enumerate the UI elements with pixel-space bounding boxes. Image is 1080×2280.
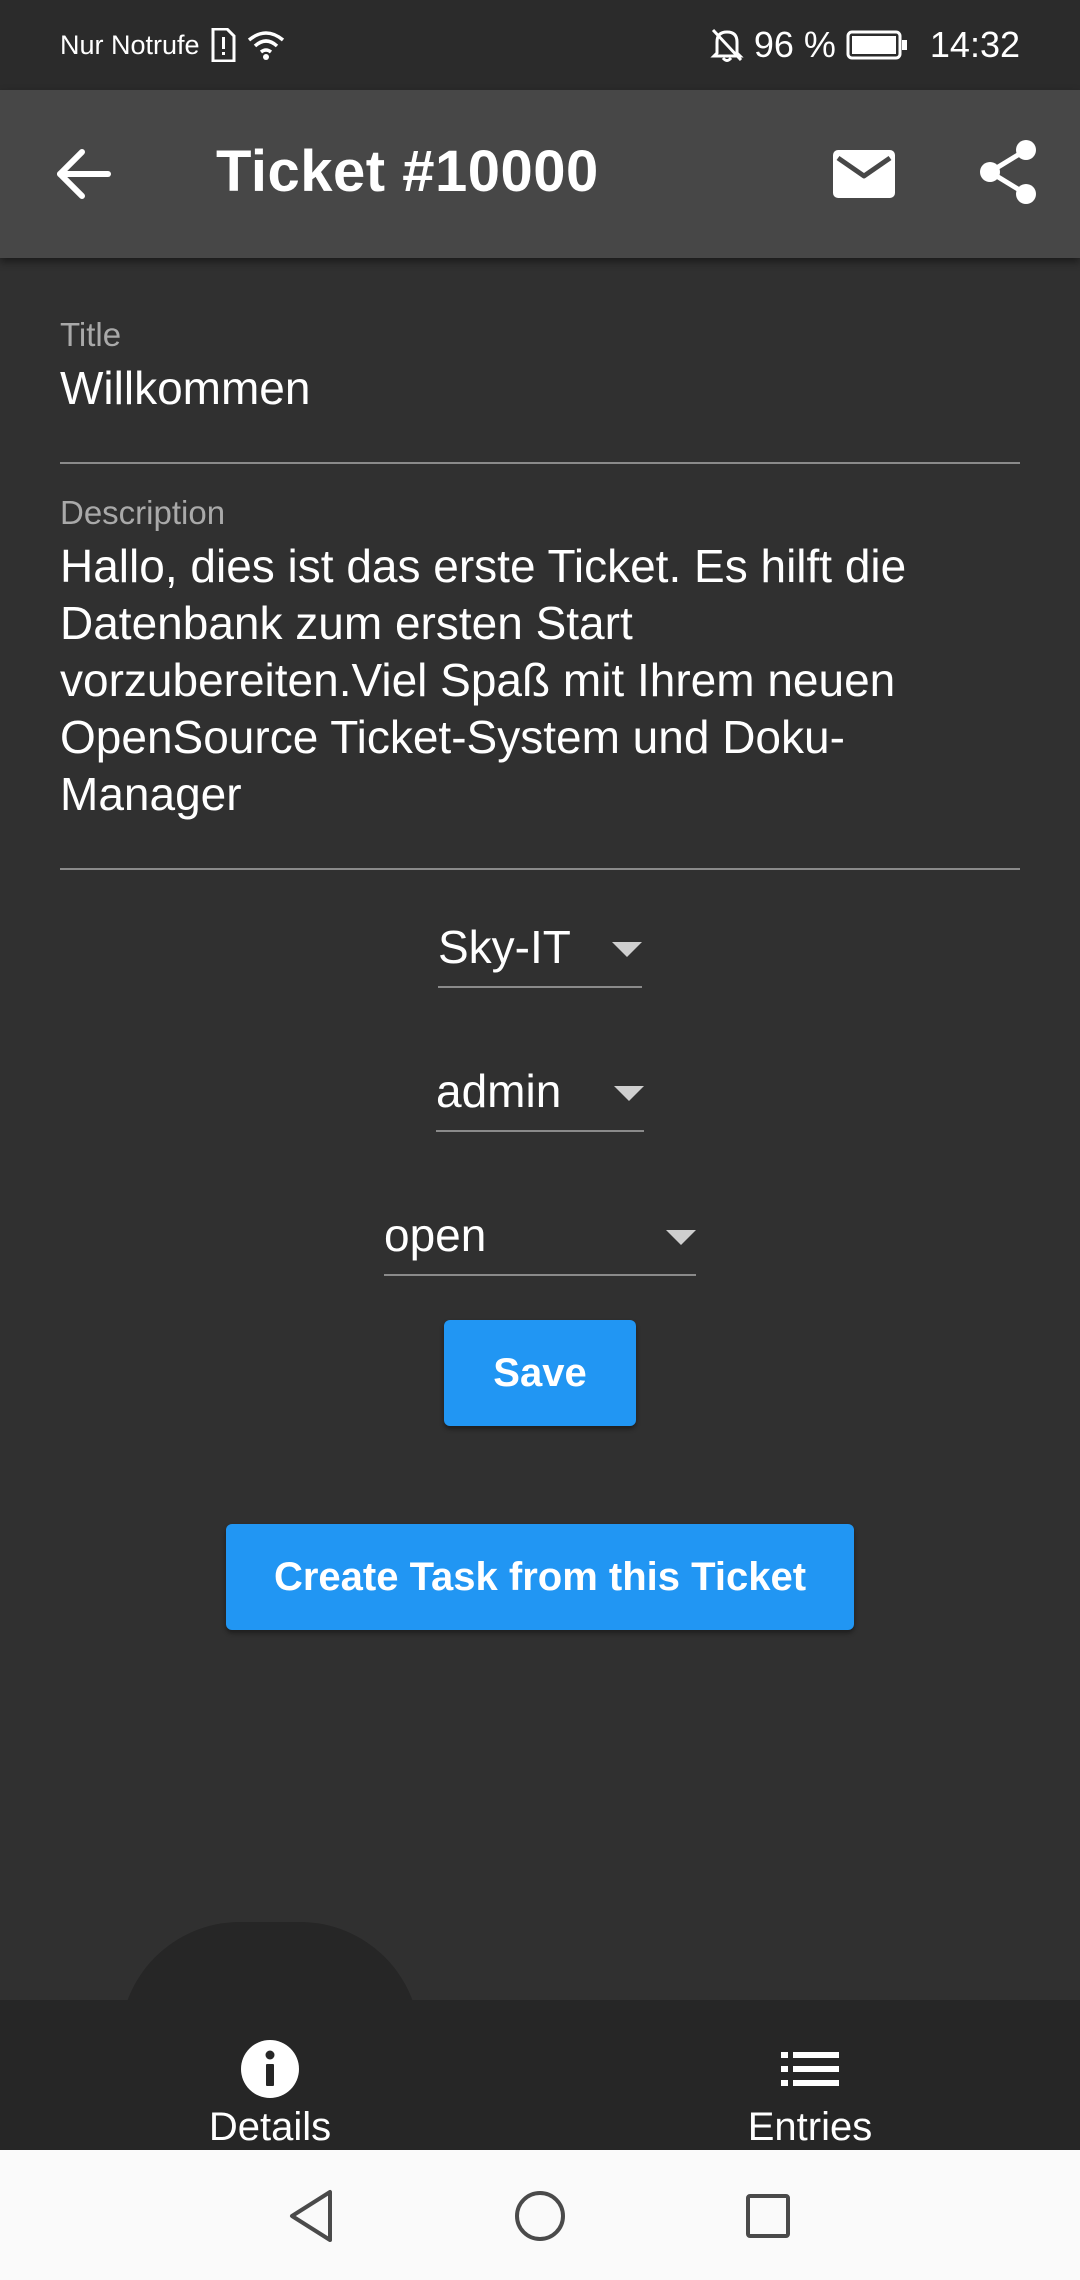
save-button[interactable]: Save [444,1320,636,1426]
notifications-off-icon [710,28,744,62]
battery-icon [846,30,907,60]
triangle-back-icon [290,2190,332,2242]
title-label: Title [60,316,122,353]
description-line: OpenSource Ticket-System und Doku- [60,711,845,763]
carrier-label: Nur Notrufe [60,29,200,60]
description-value[interactable]: Hallo, dies ist das erste Ticket. Es hil… [60,538,1020,823]
create-task-button[interactable]: Create Task from this Ticket [226,1524,854,1630]
bottom-navigation: Details Entries [0,2000,1080,2150]
description-line: Hallo, dies ist das erste Ticket. Es hil… [60,540,907,592]
tab-details-label: Details [208,2105,332,2149]
page-title: Ticket #10000 [216,139,599,204]
share-icon [980,140,1036,204]
nav-icon-wrapper [781,2036,839,2101]
dropdown-arrow-icon [614,1085,644,1101]
list-icon [781,2051,839,2086]
wifi-icon [247,31,284,60]
status-dropdown[interactable]: open [384,1196,696,1276]
description-label: Description [60,494,226,531]
nav-icon-wrapper [239,2036,301,2101]
description-underline [60,868,1020,870]
title-field[interactable]: Title Willkommen [60,316,1020,466]
title-value[interactable]: Willkommen [60,360,1020,417]
sim-alert-icon [211,28,236,62]
system-navigation-bar [0,2150,1080,2280]
user-selected-value: admin [436,1065,562,1117]
user-dropdown[interactable]: admin [436,1052,644,1132]
status-selected-value: open [384,1209,487,1261]
company-selected-value: Sky-IT [438,921,571,973]
share-button[interactable] [976,138,1040,206]
app-bar: Ticket #10000 [0,90,1080,258]
tab-details[interactable]: Details [120,2000,420,2150]
arrow-back-icon [57,149,111,199]
mail-button[interactable] [830,142,898,206]
status-left: Nur Notrufe [60,28,286,62]
system-recents-button[interactable] [740,2188,796,2244]
tab-entries-label: Entries [747,2105,873,2149]
description-line: Manager [60,768,242,820]
tab-entries[interactable]: Entries [660,2000,960,2150]
circle-home-icon [515,2191,565,2241]
status-right: 96 % 14:32 [710,24,1020,66]
system-home-button[interactable] [512,2188,568,2244]
back-button[interactable] [54,144,114,204]
info-icon [241,2039,299,2098]
mail-icon [833,150,895,198]
system-back-button[interactable] [284,2188,340,2244]
description-line: vorzubereiten.Viel Spaß mit Ihrem neuen [60,654,896,706]
dropdown-arrow-icon [666,1229,696,1245]
status-bar: Nur Notrufe 96 % 14:32 [0,0,1080,90]
square-recents-icon [746,2194,790,2238]
company-dropdown[interactable]: Sky-IT [438,908,642,988]
title-underline [60,462,1020,464]
battery-percentage: 96 % [753,24,836,65]
clock: 14:32 [929,24,1020,65]
dropdown-arrow-icon [612,941,642,957]
description-field[interactable]: Description Hallo, dies ist das erste Ti… [60,494,1020,870]
description-line: Datenbank zum ersten Start [60,597,633,649]
